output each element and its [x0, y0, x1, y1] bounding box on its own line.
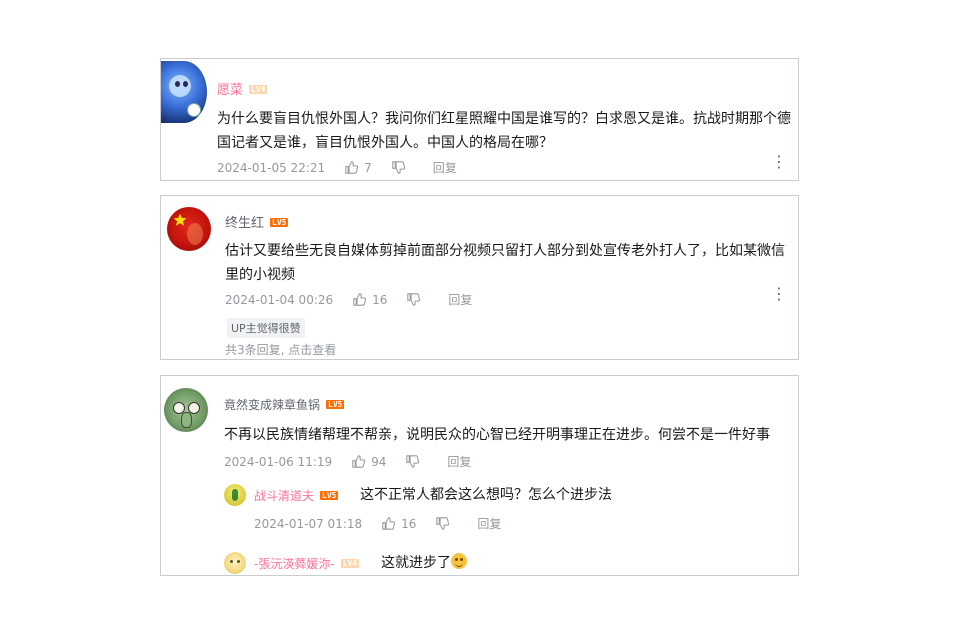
comment-meta: 2024-01-06 11:19 94 回复 — [224, 453, 471, 470]
like-count: 16 — [372, 292, 388, 307]
thumbs-up-icon — [345, 161, 359, 174]
thumbs-up-icon — [352, 455, 366, 468]
dislike-button[interactable] — [406, 455, 425, 468]
like-button[interactable]: 16 — [353, 293, 387, 307]
like-count: 7 — [364, 160, 372, 175]
avatar[interactable] — [224, 552, 246, 574]
reply-button[interactable]: 回复 — [447, 453, 471, 470]
thumbs-down-icon — [436, 517, 450, 530]
comment-text: 为什么要盲目仇恨外国人？我问你们红星照耀中国是谁写的？白求恩又是谁。抗战时期那个… — [217, 111, 791, 151]
emoji-icon — [451, 553, 467, 569]
reply-button[interactable]: 回复 — [477, 515, 501, 532]
comment-time: 2024-01-06 11:19 — [224, 454, 333, 469]
username[interactable]: 终生红 — [225, 216, 264, 231]
level-badge: LV4 — [340, 559, 360, 568]
comment-meta: 2024-01-04 00:26 16 回复 — [225, 291, 472, 308]
comment-time: 2024-01-04 00:26 — [225, 292, 334, 307]
username[interactable]: 竟然变成辣章鱼锅 — [224, 398, 320, 412]
dislike-button[interactable] — [407, 293, 426, 306]
star-icon — [173, 213, 187, 226]
avatar[interactable] — [167, 207, 211, 251]
username[interactable]: 愿菜 — [217, 83, 243, 98]
comment-card: 愿菜 LV4 为什么要盲目仇恨外国人？我问你们红星照耀中国是谁写的？白求恩又是谁。… — [160, 58, 799, 181]
thumbs-down-icon — [392, 161, 405, 174]
avatar[interactable] — [224, 484, 246, 506]
dislike-button[interactable] — [436, 517, 455, 530]
comment-time: 2024-01-05 22:21 — [217, 160, 326, 175]
reply-text: 这就进步了 — [381, 555, 451, 571]
like-button[interactable]: 7 — [345, 161, 372, 175]
level-badge: LV5 — [270, 218, 289, 227]
more-vertical-icon[interactable]: ⋮ — [771, 286, 787, 302]
thumbs-up-icon — [382, 517, 396, 530]
dislike-button[interactable] — [392, 161, 411, 174]
like-button[interactable]: 16 — [382, 517, 416, 531]
thumbs-up-icon — [353, 293, 367, 306]
avatar[interactable] — [164, 388, 208, 432]
comment-meta: 2024-01-05 22:21 7 回复 — [217, 159, 457, 176]
reply-time: 2024-01-07 01:18 — [254, 516, 363, 531]
comment-text: 不再以民族情绪帮理不帮亲，说明民众的心智已经开明事理正在进步。何尝不是一件好事 — [224, 427, 770, 443]
reply-button[interactable]: 回复 — [448, 291, 472, 308]
reply-text: 这不正常人都会这么想吗？怎么个进步法 — [360, 487, 612, 503]
username[interactable]: 战斗清道夫 — [254, 489, 314, 503]
level-badge: LV4 — [249, 85, 268, 94]
like-button[interactable]: 94 — [352, 455, 386, 469]
comment-card: 终生红 LV5 估计又要给些无良自媒体剪掉前面部分视频只留打人部分到处宣传老外打人… — [160, 195, 799, 360]
level-badge: LV5 — [320, 491, 339, 500]
more-vertical-icon[interactable]: ⋮ — [771, 154, 787, 170]
comment-text: 估计又要给些无良自媒体剪掉前面部分视频只留打人部分到处宣传老外打人了，比如某微信… — [225, 243, 785, 283]
thumbs-down-icon — [406, 455, 420, 468]
username[interactable]: -張沅渶蕣媛沵- — [254, 557, 335, 571]
view-replies-link[interactable]: 共3条回复, 点击查看 — [225, 341, 336, 358]
avatar[interactable] — [161, 61, 207, 123]
reply-button[interactable]: 回复 — [433, 159, 457, 176]
comment-card: 竟然变成辣章鱼锅 LV5 不再以民族情绪帮理不帮亲，说明民众的心智已经开明事理正在… — [160, 375, 799, 576]
like-count: 94 — [371, 454, 387, 469]
up-liked-tag: UP主觉得很赞 — [227, 318, 305, 338]
level-badge: LV5 — [326, 400, 345, 409]
like-count: 16 — [401, 516, 417, 531]
reply-meta: 2024-01-07 01:18 16 回复 — [254, 515, 501, 532]
thumbs-down-icon — [407, 293, 421, 306]
